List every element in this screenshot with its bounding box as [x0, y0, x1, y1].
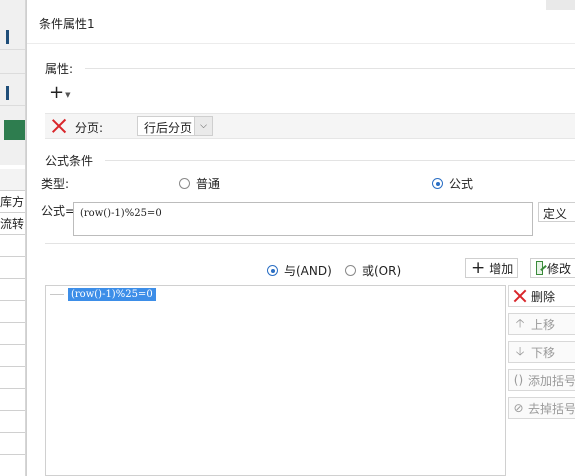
background-cell — [0, 235, 25, 257]
page-break-value: 行后分页 — [144, 121, 193, 135]
background-toolbar-row — [0, 26, 25, 50]
condition-list[interactable]: (row()-1)%25=0 — [45, 285, 506, 476]
type-normal-radio[interactable]: 普通 — [179, 175, 220, 192]
type-normal-label: 普通 — [196, 177, 221, 191]
move-down-label: 下移 — [531, 345, 556, 360]
background-cell — [0, 433, 25, 455]
background-toolbar-row — [0, 82, 25, 106]
background-cell — [0, 279, 25, 301]
parentheses-icon: () — [513, 373, 524, 387]
background-green-block — [4, 120, 25, 140]
background-spreadsheet: 库方 流转 — [0, 0, 26, 476]
formula-input[interactable]: (row()-1)%25=0 — [73, 202, 533, 236]
properties-section-label: 属性: — [45, 62, 74, 76]
add-property-button[interactable]: + ▼ — [49, 83, 79, 103]
define-button[interactable]: 定义 — [538, 202, 575, 222]
title-bar-edge — [546, 0, 575, 10]
formula-label: 公式= — [41, 204, 76, 218]
section-divider — [85, 68, 575, 69]
logic-or-label: 或(OR) — [362, 264, 402, 278]
formula-text: (row()-1)%25=0 — [80, 208, 162, 219]
plus-icon: + — [49, 82, 65, 103]
radio-circle — [179, 178, 190, 189]
remove-parentheses-label: 去掉括号 — [527, 401, 575, 416]
section-divider — [45, 243, 575, 244]
logic-or-radio[interactable]: 或(OR) — [345, 262, 401, 279]
type-formula-radio[interactable]: 公式 — [432, 175, 473, 192]
radio-circle — [345, 265, 356, 276]
chevron-down-icon[interactable]: ⌵ — [194, 117, 212, 135]
background-sheet-grid: 库方 流转 — [0, 165, 25, 476]
background-cell — [0, 389, 25, 411]
add-condition-label: 增加 — [489, 261, 514, 276]
arrow-up-icon: 🡡 — [515, 315, 525, 330]
edit-icon — [536, 261, 543, 275]
arrow-down-icon: 🡣 — [515, 343, 525, 358]
background-cell — [0, 323, 25, 345]
delete-icon — [513, 289, 527, 303]
background-toolbar-icon — [6, 86, 9, 100]
remove-parentheses-button[interactable]: ⊘ 去掉括号 — [508, 397, 575, 419]
background-cell — [0, 301, 25, 323]
modify-condition-button[interactable]: 修改 — [530, 258, 575, 278]
background-cell — [0, 367, 25, 389]
radio-circle-selected — [267, 265, 278, 276]
add-condition-button[interactable]: + 增加 — [465, 258, 518, 278]
background-toolbar-icon — [6, 30, 9, 44]
move-down-button[interactable]: 🡣 下移 — [508, 341, 575, 363]
list-item[interactable]: (row()-1)%25=0 — [46, 288, 156, 301]
logic-and-radio[interactable]: 与(AND) — [267, 262, 332, 279]
dropdown-caret-icon: ▼ — [65, 90, 71, 99]
move-up-button[interactable]: 🡡 上移 — [508, 313, 575, 335]
modify-condition-label: 修改 — [546, 261, 571, 276]
background-cell: 库方 — [0, 191, 25, 213]
formula-condition-section-label: 公式条件 — [45, 154, 94, 168]
background-cell — [0, 345, 25, 367]
condition-properties-dialog: 条件属性1 属性: + ▼ 分页: 行后分页 ⌵ 公式条件 类型: 普通 公式 … — [26, 0, 575, 476]
page-break-select[interactable]: 行后分页 ⌵ — [137, 116, 213, 136]
delete-button[interactable]: 删除 — [508, 285, 575, 307]
radio-circle-selected — [432, 178, 443, 189]
type-formula-label: 公式 — [449, 177, 474, 191]
tree-connector — [50, 294, 64, 295]
add-parentheses-button[interactable]: () 添加括号 — [508, 369, 575, 391]
remove-property-icon[interactable] — [51, 118, 67, 134]
remove-parentheses-icon: ⊘ — [513, 401, 524, 415]
add-parentheses-label: 添加括号 — [527, 373, 575, 388]
logic-and-label: 与(AND) — [284, 264, 332, 278]
background-cell: 流转 — [0, 213, 25, 235]
page-break-label: 分页: — [75, 121, 104, 135]
plus-icon: + — [471, 257, 486, 278]
type-label: 类型: — [41, 177, 70, 191]
move-up-label: 上移 — [531, 317, 556, 332]
page-break-property-row: 分页: 行后分页 ⌵ — [45, 113, 575, 139]
background-cell — [0, 257, 25, 279]
dialog-title-bar[interactable]: 条件属性1 — [27, 0, 575, 44]
background-toolbar-row — [0, 50, 25, 74]
condition-text: (row()-1)%25=0 — [68, 288, 156, 301]
background-cell — [0, 169, 25, 191]
background-cell — [0, 411, 25, 433]
section-divider — [105, 160, 575, 161]
dialog-title: 条件属性1 — [39, 17, 95, 31]
delete-label: 删除 — [531, 289, 556, 304]
